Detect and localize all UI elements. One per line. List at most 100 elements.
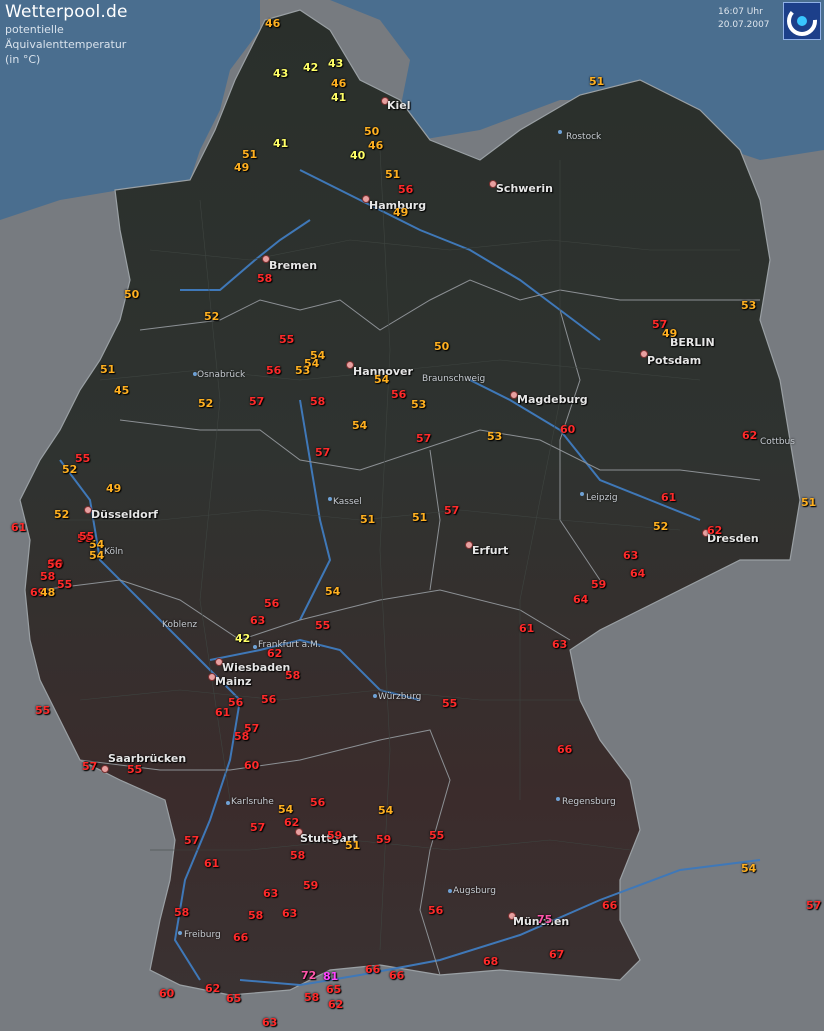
temperature-reading: 67 — [549, 948, 565, 961]
temperature-reading: 63 — [250, 614, 266, 627]
temperature-reading: 59 — [327, 829, 343, 842]
temperature-reading: 53 — [295, 364, 311, 377]
temperature-reading: 51 — [242, 148, 258, 161]
town-label: Braunschweig — [422, 374, 486, 384]
temperature-reading: 61 — [661, 491, 677, 504]
town-marker — [448, 889, 452, 893]
temperature-reading: 51 — [360, 513, 376, 526]
temperature-reading: 57 — [184, 834, 200, 847]
temperature-reading: 50 — [364, 125, 380, 138]
temperature-reading: 51 — [100, 363, 116, 376]
temperature-reading: 58 — [310, 395, 326, 408]
temperature-reading: 56 — [310, 796, 326, 809]
city-label: Magdeburg — [517, 393, 588, 406]
temperature-reading: 61 — [519, 622, 535, 635]
temperature-reading: 59 — [591, 578, 607, 591]
map-subtitle-line2: Äquivalenttemperatur — [5, 38, 127, 51]
timestamp-date: 20.07.2007 — [718, 20, 770, 30]
temperature-reading: 51 — [589, 75, 605, 88]
temperature-reading: 49 — [106, 482, 122, 495]
temperature-reading: 61 — [204, 857, 220, 870]
town-label: Leipzig — [586, 493, 618, 503]
temperature-reading: 59 — [303, 879, 319, 892]
town-marker — [373, 694, 377, 698]
temperature-reading: 55 — [127, 763, 143, 776]
city-label: Düsseldorf — [91, 508, 158, 521]
temperature-reading: 56 — [266, 364, 282, 377]
temperature-reading: 43 — [273, 67, 289, 80]
town-marker — [178, 931, 182, 935]
town-marker — [328, 497, 332, 501]
temperature-reading: 42 — [235, 632, 251, 645]
temperature-reading: 58 — [257, 272, 273, 285]
temperature-reading: 49 — [234, 161, 250, 174]
temperature-reading: 61 — [215, 706, 231, 719]
temperature-reading: 54 — [325, 585, 341, 598]
temperature-reading: 53 — [741, 299, 757, 312]
temperature-reading: 63 — [282, 907, 298, 920]
timestamp-time: 16:07 Uhr — [718, 7, 763, 17]
temperature-reading: 57 — [444, 504, 460, 517]
town-label: Kassel — [333, 497, 362, 507]
city-label: Saarbrücken — [108, 752, 187, 765]
temperature-reading: 62 — [284, 816, 300, 829]
temperature-reading: 55 — [279, 333, 295, 346]
temperature-reading: 63 — [552, 638, 568, 651]
city-label: Schwerin — [496, 182, 553, 195]
temperature-reading: 56 — [391, 388, 407, 401]
temperature-reading: 66 — [389, 969, 405, 982]
temperature-reading: 54 — [374, 373, 390, 386]
temperature-reading: 50 — [124, 288, 140, 301]
temperature-reading: 58 — [234, 730, 250, 743]
temperature-reading: 55 — [429, 829, 445, 842]
temperature-reading: 81 — [323, 970, 339, 983]
temperature-reading: 72 — [301, 969, 317, 982]
wetterpool-swirl-icon — [783, 2, 821, 40]
temperature-reading: 58 — [285, 669, 301, 682]
town-label: Koblenz — [162, 620, 198, 630]
city-label: Bremen — [269, 259, 318, 272]
temperature-reading: 54 — [352, 419, 368, 432]
temperature-reading: 66 — [233, 931, 249, 944]
temperature-reading: 51 — [801, 496, 817, 509]
temperature-reading: 51 — [412, 511, 428, 524]
temperature-reading: 60 — [560, 423, 576, 436]
temperature-reading: 57 — [416, 432, 432, 445]
town-label: Freiburg — [184, 930, 221, 940]
town-marker — [226, 801, 230, 805]
temperature-reading: 58 — [174, 906, 190, 919]
city-label: Potsdam — [647, 354, 702, 367]
site-title: Wetterpool.de — [5, 2, 128, 22]
town-label: Karlsruhe — [231, 797, 274, 807]
temperature-reading: 62 — [742, 429, 758, 442]
temperature-reading: 55 — [79, 530, 95, 543]
temperature-reading: 56 — [264, 597, 280, 610]
temperature-reading: 54 — [89, 549, 105, 562]
temperature-reading: 52 — [198, 397, 214, 410]
temperature-reading: 68 — [483, 955, 499, 968]
town-marker — [556, 797, 560, 801]
temperature-reading: 54 — [741, 862, 757, 875]
temperature-reading: 62 — [328, 998, 344, 1011]
town-marker — [253, 645, 257, 649]
temperature-reading: 53 — [487, 430, 503, 443]
temperature-reading: 46 — [331, 77, 347, 90]
town-label: Osnabrück — [197, 370, 246, 380]
temperature-reading: 52 — [62, 463, 78, 476]
temperature-reading: 46 — [265, 17, 281, 30]
temperature-reading: 65 — [326, 983, 342, 996]
city-label: Mainz — [215, 675, 252, 688]
temperature-reading: 66 — [365, 963, 381, 976]
temperature-reading: 56 — [47, 558, 63, 571]
temperature-reading: 54 — [278, 803, 294, 816]
temperature-reading: 62 — [707, 524, 723, 537]
temperature-reading: 42 — [303, 61, 319, 74]
town-label: Cottbus — [760, 437, 795, 447]
timestamp: 16:07 Uhr 20.07.2007 — [718, 6, 770, 32]
temperature-reading: 45 — [114, 384, 130, 397]
temperature-reading: 41 — [331, 91, 347, 104]
town-marker — [580, 492, 584, 496]
town-label: Würzburg — [378, 692, 422, 702]
map-legend-header: Wetterpool.de potentielle Äquivalenttemp… — [5, 2, 128, 67]
temperature-reading: 61 — [11, 521, 27, 534]
